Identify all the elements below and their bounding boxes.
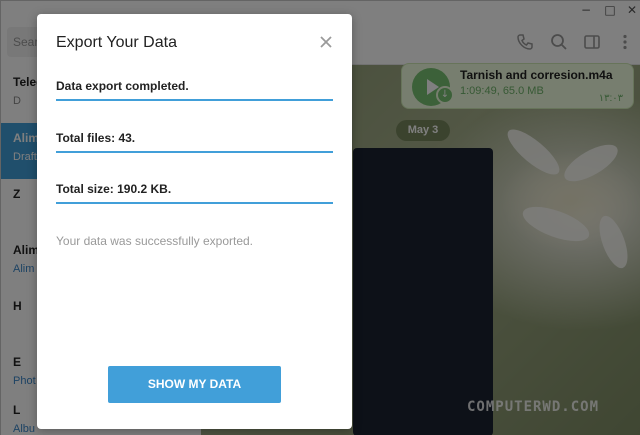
total-files-field: Total files: 43. — [56, 130, 333, 153]
export-status-text: Data export completed. — [56, 79, 189, 93]
export-status-field: Data export completed. — [56, 78, 333, 101]
success-message: Your data was successfully exported. — [56, 234, 253, 248]
files-underline — [56, 151, 333, 153]
show-my-data-button[interactable]: SHOW MY DATA — [108, 366, 281, 403]
close-icon[interactable] — [313, 29, 339, 55]
total-size-field: Total size: 190.2 KB. — [56, 181, 333, 204]
total-files-text: Total files: 43. — [56, 131, 136, 145]
dialog-title: Export Your Data — [56, 34, 177, 51]
status-underline — [56, 99, 333, 101]
export-data-dialog: Export Your Data Data export completed. … — [37, 14, 352, 429]
total-size-text: Total size: 190.2 KB. — [56, 182, 172, 196]
size-underline — [56, 202, 333, 204]
